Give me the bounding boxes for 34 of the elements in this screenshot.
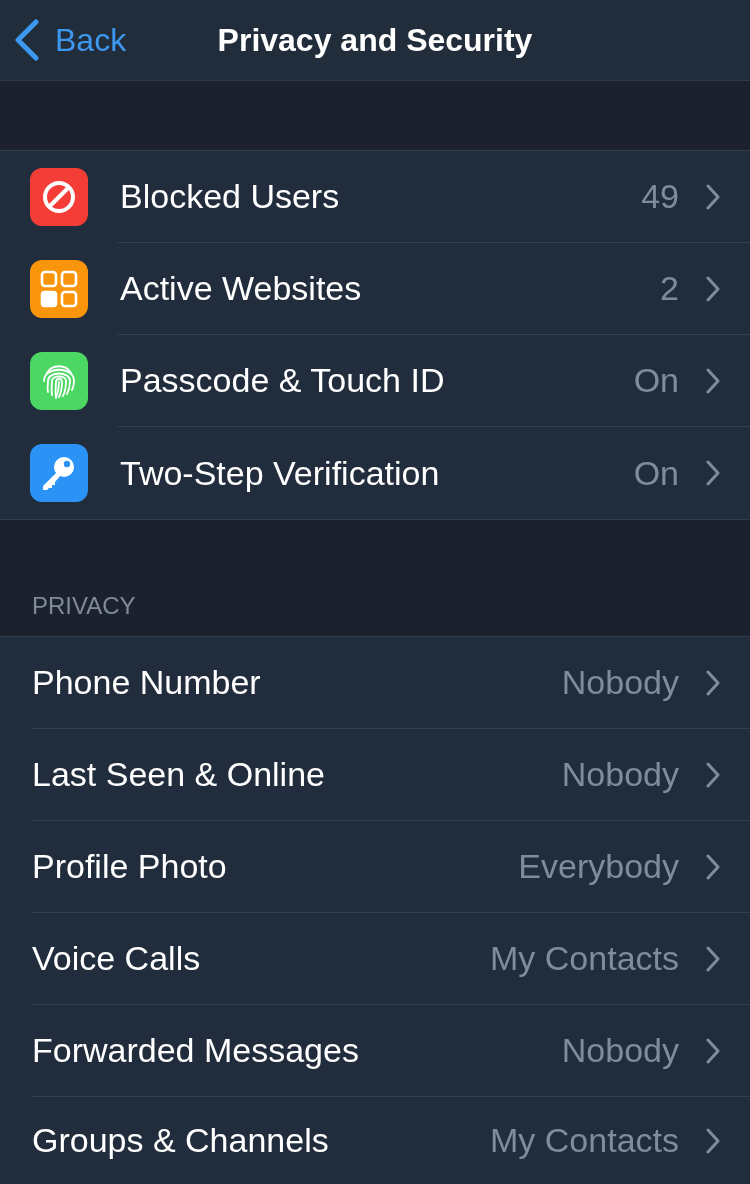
chevron-icon [706, 460, 720, 486]
back-button[interactable]: Back [0, 10, 127, 70]
chevron-icon [706, 367, 720, 394]
row-label: Passcode & Touch ID [119, 361, 446, 400]
row-label: Phone Number [32, 663, 262, 702]
row-value: Nobody [561, 663, 679, 702]
section-header: PRIVACY [32, 592, 136, 620]
screen-title: Privacy and Security [217, 21, 533, 59]
row-value: Nobody [561, 1031, 679, 1070]
row-value: Everybody [518, 847, 679, 886]
row-label: Groups & Channels [32, 1121, 330, 1160]
row-label: Active Websites [119, 269, 363, 308]
chevron-icon [706, 945, 720, 972]
chevron-icon [706, 669, 720, 696]
row-value: On [633, 361, 679, 400]
chevron-icon [706, 761, 720, 788]
row-label: Last Seen & Online [32, 755, 326, 794]
row-label: Two-Step Verification [119, 453, 441, 493]
chevron-icon [706, 1037, 720, 1064]
row-label: Voice Calls [32, 939, 202, 978]
row-label: Forwarded Messages [32, 1031, 360, 1070]
row-value: 2 [660, 269, 679, 308]
chevron-icon [706, 853, 720, 880]
row-value: My Contacts [490, 1121, 679, 1160]
chevron-icon [706, 1127, 720, 1154]
row-label: Blocked Users [119, 177, 341, 216]
row-value: Nobody [561, 755, 679, 794]
chevron-icon [706, 275, 720, 302]
row-label: Profile Photo [32, 847, 228, 886]
row-value: My Contacts [490, 939, 679, 978]
row-value: 49 [641, 177, 679, 216]
back-chevron-icon [14, 19, 40, 61]
row-value: On [633, 453, 679, 493]
chevron-icon [706, 183, 720, 210]
